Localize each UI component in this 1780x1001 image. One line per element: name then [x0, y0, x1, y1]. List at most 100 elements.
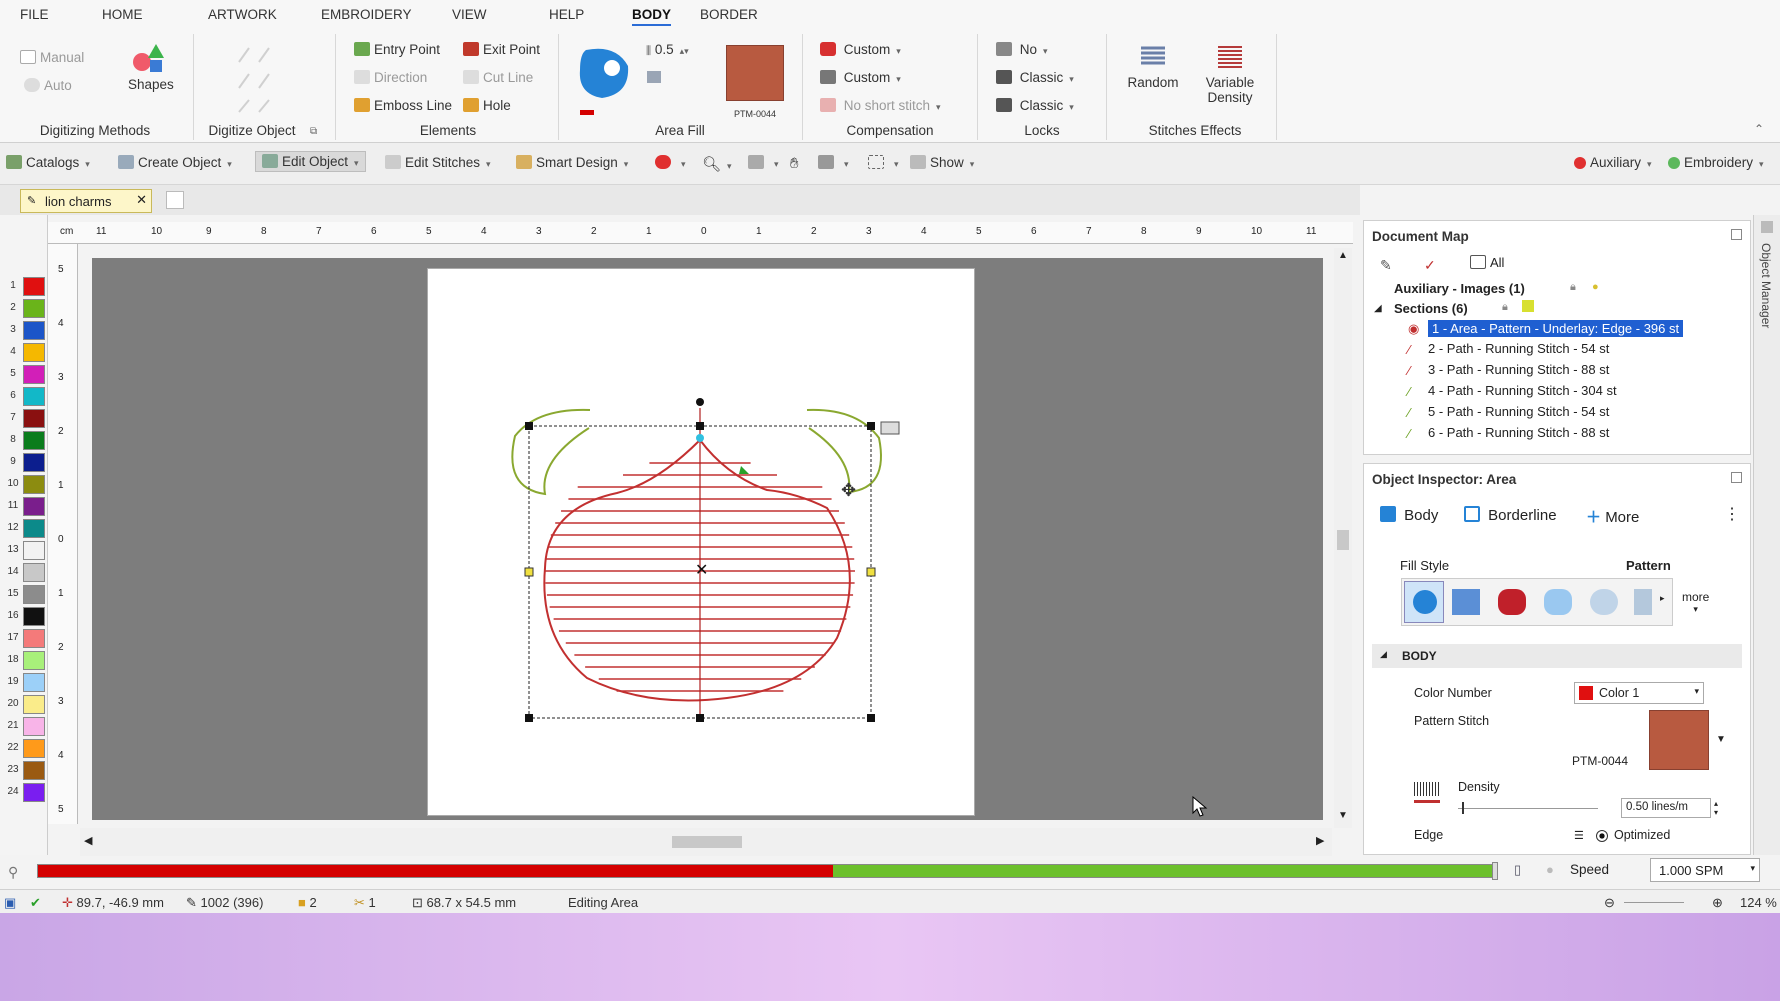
fill-radial-icon[interactable]: [1544, 589, 1572, 615]
palette-swatch[interactable]: [23, 563, 45, 582]
lock-1-dropdown[interactable]: No ▾: [996, 42, 1048, 57]
palette-swatch[interactable]: [23, 607, 45, 626]
fill-contour-icon[interactable]: [1498, 589, 1526, 615]
horizontal-scroll-thumb[interactable]: [672, 836, 742, 848]
spinner-icon[interactable]: ▴▾: [680, 46, 689, 56]
section-item[interactable]: 3 - Path - Running Stitch - 88 st: [1428, 362, 1609, 377]
vertical-scrollbar[interactable]: ▲ ▼: [1334, 248, 1352, 828]
create-object-button[interactable]: Create Object ▾: [118, 155, 232, 170]
zoom-out-icon[interactable]: ⊖: [1604, 895, 1615, 911]
zoom-button[interactable]: 🔍︎ ▾: [702, 155, 732, 173]
kebab-menu-icon[interactable]: ⋮: [1724, 504, 1740, 524]
palette-swatch[interactable]: [23, 431, 45, 450]
scroll-left-icon[interactable]: ◀: [84, 834, 92, 847]
palette-swatch[interactable]: [23, 717, 45, 736]
density-slider-thumb[interactable]: [1462, 802, 1464, 814]
grid-icon[interactable]: [647, 71, 661, 83]
fill-motif-icon[interactable]: [1634, 589, 1652, 615]
density-spinner-icon[interactable]: ▴ ▾: [1714, 799, 1718, 817]
tab-more[interactable]: ＋ More: [1586, 506, 1639, 527]
play-icon[interactable]: ●: [1546, 862, 1554, 877]
more-fills-button[interactable]: more ▾: [1682, 590, 1709, 615]
palette-swatch[interactable]: [23, 519, 45, 538]
embroidery-button[interactable]: Embroidery ▾: [1668, 155, 1764, 170]
catalogs-button[interactable]: Catalogs ▾: [6, 155, 90, 170]
auxiliary-images-node[interactable]: Auxiliary - Images (1): [1394, 281, 1525, 296]
auxiliary-button[interactable]: Auxiliary ▾: [1574, 155, 1652, 170]
zoom-fit-button[interactable]: ▾: [748, 155, 779, 170]
show-button[interactable]: Show ▾: [910, 155, 974, 170]
short-stitch-dropdown[interactable]: No short stitch ▾: [820, 98, 941, 113]
lock-icon[interactable]: 🔒︎: [1502, 301, 1508, 314]
direction-button[interactable]: Direction: [354, 70, 427, 85]
palette-swatch[interactable]: [23, 321, 45, 340]
menu-view[interactable]: VIEW: [452, 7, 487, 22]
optimized-radio[interactable]: [1596, 830, 1608, 842]
pan-button[interactable]: ✋︎: [790, 155, 799, 172]
palette-swatch[interactable]: [23, 277, 45, 296]
entry-point-marker[interactable]: [696, 434, 704, 442]
auto-button[interactable]: Auto: [24, 78, 72, 93]
palette-swatch[interactable]: [23, 497, 45, 516]
tab-body[interactable]: Body: [1380, 506, 1438, 524]
palette-swatch[interactable]: [23, 783, 45, 802]
menu-embroidery[interactable]: EMBROIDERY: [321, 7, 412, 22]
body-section-header[interactable]: ◢ BODY: [1372, 644, 1742, 668]
smart-design-button[interactable]: Smart Design ▾: [516, 155, 628, 170]
section-item[interactable]: 6 - Path - Running Stitch - 88 st: [1428, 425, 1609, 440]
compensation-2-dropdown[interactable]: Custom ▾: [820, 70, 901, 85]
vertical-scroll-thumb[interactable]: [1337, 530, 1349, 550]
document-tab[interactable]: ✎ lion charms ✕: [20, 189, 152, 213]
palette-swatch[interactable]: [23, 365, 45, 384]
chevron-down-icon[interactable]: ▼: [1716, 734, 1726, 745]
speed-select[interactable]: 1.000 SPM ▾: [1650, 858, 1760, 882]
menu-file[interactable]: FILE: [20, 7, 49, 22]
section-item[interactable]: 5 - Path - Running Stitch - 54 st: [1428, 404, 1609, 419]
scroll-up-icon[interactable]: ▲: [1338, 250, 1348, 261]
palette-swatch[interactable]: [23, 453, 45, 472]
new-tab-button[interactable]: [166, 191, 184, 209]
filter-all-button[interactable]: All: [1470, 255, 1504, 270]
lock-2-dropdown[interactable]: Classic ▾: [996, 70, 1074, 85]
needle-icon[interactable]: ✓: [1424, 257, 1436, 274]
image-icon[interactable]: [1522, 300, 1534, 312]
variable-density-button[interactable]: Variable Density: [1198, 42, 1262, 105]
density-slider[interactable]: [1458, 808, 1598, 809]
color-number-select[interactable]: Color 1 ▾: [1574, 682, 1704, 704]
palette-swatch[interactable]: [23, 629, 45, 648]
palette-swatch[interactable]: [23, 585, 45, 604]
exit-point-button[interactable]: Exit Point: [463, 42, 540, 57]
random-button[interactable]: Random: [1124, 42, 1182, 90]
menu-body[interactable]: BODY: [632, 7, 672, 26]
density-input[interactable]: 0.50 lines/m: [1621, 798, 1711, 818]
zoom-in-icon[interactable]: ⊕: [1712, 895, 1723, 911]
palette-swatch[interactable]: [23, 541, 45, 560]
edit-stitches-button[interactable]: Edit Stitches ▾: [385, 155, 491, 170]
gallery-scroll-icon[interactable]: ▸: [1660, 593, 1665, 604]
scroll-down-icon[interactable]: ▼: [1338, 810, 1348, 821]
cut-line-button[interactable]: Cut Line: [463, 70, 533, 85]
color-tool-button[interactable]: ▾: [655, 155, 686, 170]
collapse-icon[interactable]: ◢: [1374, 303, 1382, 314]
save-icon[interactable]: ▣: [4, 895, 16, 911]
simulator-icon[interactable]: ⚲: [8, 864, 18, 881]
palette-swatch[interactable]: [23, 475, 45, 494]
hole-button[interactable]: Hole: [463, 98, 511, 113]
palette-swatch[interactable]: [23, 409, 45, 428]
section-item[interactable]: 1 - Area - Pattern - Underlay: Edge - 39…: [1428, 320, 1684, 337]
dialog-launcher-icon[interactable]: ⧉: [310, 126, 317, 137]
progress-thumb[interactable]: [1492, 862, 1498, 880]
palette-swatch[interactable]: [23, 651, 45, 670]
bulb-icon[interactable]: ●: [1592, 281, 1599, 293]
select-button[interactable]: ▾: [868, 155, 899, 170]
palette-swatch[interactable]: [23, 387, 45, 406]
palette-swatch[interactable]: [23, 343, 45, 362]
tab-borderline[interactable]: Borderline: [1464, 506, 1557, 524]
collapse-ribbon-icon[interactable]: ⌃: [1754, 122, 1764, 136]
fill-pattern-option[interactable]: [1404, 581, 1444, 623]
pattern-stitch-swatch[interactable]: [1649, 710, 1709, 770]
scroll-right-icon[interactable]: ▶: [1316, 834, 1324, 847]
palette-swatch[interactable]: [23, 761, 45, 780]
palette-swatch[interactable]: [23, 739, 45, 758]
menu-artwork[interactable]: ARTWORK: [208, 7, 277, 22]
